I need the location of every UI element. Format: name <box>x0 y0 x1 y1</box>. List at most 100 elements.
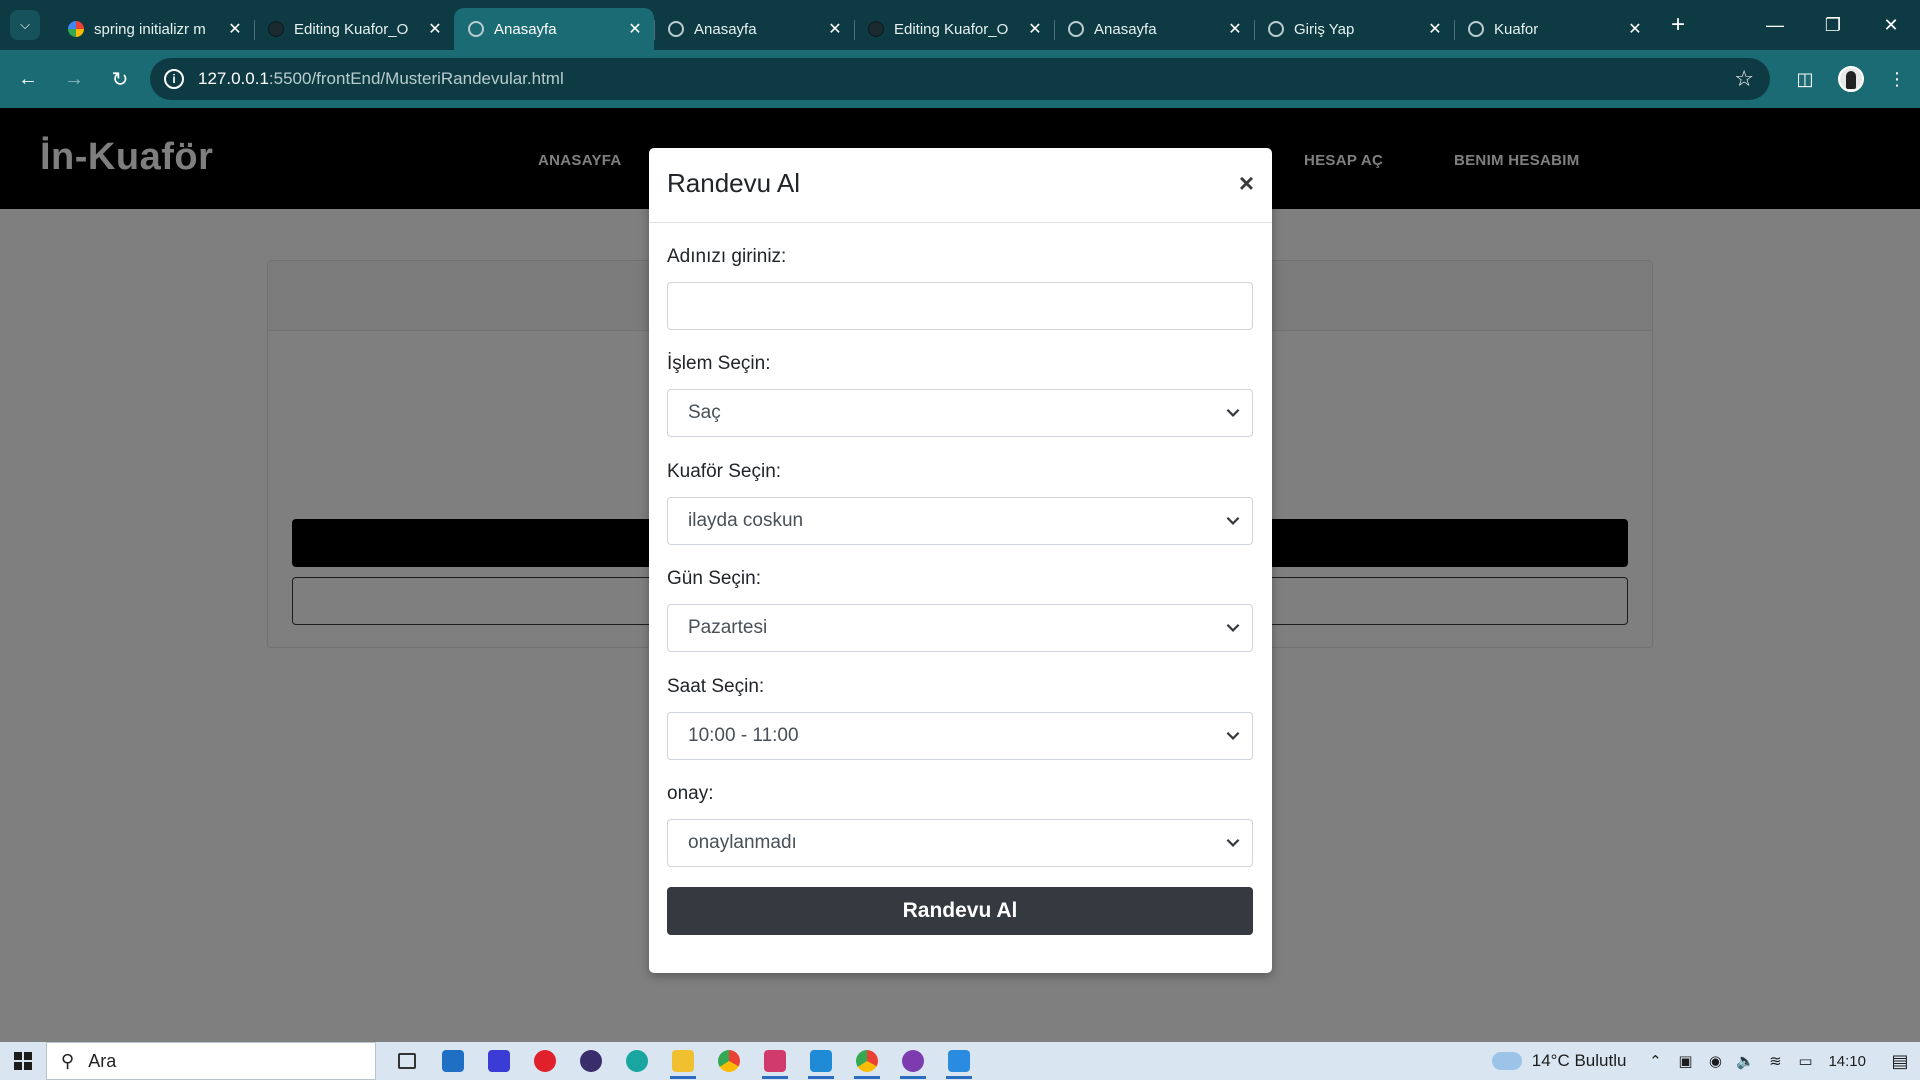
weather-widget[interactable]: 14°C Bulutlu <box>1491 1051 1626 1071</box>
globe-icon <box>668 21 684 37</box>
kebab-menu-icon[interactable]: ⋮ <box>1874 56 1920 102</box>
visual-studio-icon[interactable] <box>476 1042 522 1080</box>
approval-label: onay: <box>667 783 714 804</box>
close-tab-icon[interactable]: ✕ <box>226 19 244 39</box>
minimize-icon[interactable]: — <box>1746 0 1804 50</box>
submit-appointment-button[interactable]: Randevu Al <box>667 887 1253 935</box>
profile-avatar[interactable] <box>1828 56 1874 102</box>
browser-tab[interactable]: Editing Kuafor_O ✕ <box>254 8 454 50</box>
chrome-icon[interactable] <box>706 1042 752 1080</box>
tab-search-chevron-icon[interactable]: ⌵ <box>10 10 40 40</box>
hairdresser-label: Kuaför Seçin: <box>667 461 782 482</box>
side-panel-icon[interactable]: ◫ <box>1782 56 1828 102</box>
browser-toolbar: ← → ↻ i 127.0.0.1:5500/frontEnd/MusteriR… <box>0 50 1920 108</box>
forward-arrow-icon[interactable]: → <box>56 61 92 97</box>
service-select[interactable]: Saç <box>667 389 1253 437</box>
close-window-icon[interactable]: ✕ <box>1862 0 1920 50</box>
tab-title: spring initializr m <box>94 20 206 38</box>
task-view-icon[interactable] <box>384 1042 430 1080</box>
approval-select-value: onaylanmadı <box>688 832 797 853</box>
globe-icon <box>468 21 484 37</box>
battery-icon[interactable]: ▭ <box>1790 1052 1820 1070</box>
back-arrow-icon[interactable]: ← <box>10 61 46 97</box>
file-explorer-icon[interactable] <box>660 1042 706 1080</box>
browser-tab[interactable]: Giriş Yap ✕ <box>1254 8 1454 50</box>
intellij-icon[interactable] <box>752 1042 798 1080</box>
close-tab-icon[interactable]: ✕ <box>826 19 844 39</box>
tab-title: Giriş Yap <box>1294 20 1355 38</box>
app-icon[interactable] <box>568 1042 614 1080</box>
day-select-value: Pazartesi <box>688 617 768 638</box>
toolbar-right: ◫ ⋮ <box>1782 50 1920 108</box>
close-tab-icon[interactable]: ✕ <box>626 19 644 39</box>
globe-icon <box>1268 21 1284 37</box>
bookmark-star-icon[interactable]: ☆ <box>1734 66 1754 92</box>
restore-icon[interactable]: ❐ <box>1804 0 1862 50</box>
name-input[interactable] <box>667 282 1253 330</box>
github-icon <box>868 21 884 37</box>
time-select-value: 10:00 - 11:00 <box>688 725 799 746</box>
taskbar-search-placeholder: Ara <box>88 1050 117 1071</box>
service-label: İşlem Seçin: <box>667 353 771 374</box>
close-tab-icon[interactable]: ✕ <box>426 19 444 39</box>
address-bar[interactable]: i 127.0.0.1:5500/frontEnd/MusteriRandevu… <box>150 58 1770 100</box>
mail-icon[interactable] <box>430 1042 476 1080</box>
service-select-value: Saç <box>688 402 721 423</box>
edge-icon[interactable] <box>614 1042 660 1080</box>
chevron-down-icon <box>1226 838 1240 847</box>
globe-icon <box>1468 21 1484 37</box>
clock[interactable]: 14:10 <box>1828 1053 1866 1070</box>
url-host: 127.0.0.1 <box>198 69 269 88</box>
close-tab-icon[interactable]: ✕ <box>1626 19 1644 39</box>
browser-tab[interactable]: Anasayfa ✕ <box>1054 8 1254 50</box>
browser-tab[interactable]: spring initializr m ✕ <box>54 8 254 50</box>
chevron-down-icon <box>1226 623 1240 632</box>
browser-tab[interactable]: Kuafor ✕ <box>1454 8 1654 50</box>
browser-tab-active[interactable]: Anasayfa ✕ <box>454 8 654 50</box>
approval-select[interactable]: onaylanmadı <box>667 819 1253 867</box>
tab-title: Anasayfa <box>694 20 757 38</box>
system-tray: 14°C Bulutlu ⌃ ▣ ◉ 🔈 ≋ ▭ 14:10 ▤ <box>1491 1042 1920 1080</box>
chrome-active-icon[interactable] <box>844 1042 890 1080</box>
site-info-icon[interactable]: i <box>164 69 184 89</box>
chevron-down-icon <box>1226 731 1240 740</box>
notification-icon[interactable]: ▤ <box>1880 1051 1920 1072</box>
browser-tab[interactable]: Editing Kuafor_O ✕ <box>854 8 1054 50</box>
photos-icon[interactable] <box>936 1042 982 1080</box>
vscode-icon[interactable] <box>798 1042 844 1080</box>
day-select[interactable]: Pazartesi <box>667 604 1253 652</box>
webcam-icon[interactable]: ◉ <box>1700 1052 1730 1070</box>
security-icon[interactable]: ▣ <box>1670 1052 1700 1070</box>
start-button[interactable] <box>0 1042 46 1080</box>
close-tab-icon[interactable]: ✕ <box>1026 19 1044 39</box>
opera-icon[interactable] <box>522 1042 568 1080</box>
close-tab-icon[interactable]: ✕ <box>1226 19 1244 39</box>
hairdresser-select-value: ilayda coskun <box>688 510 804 531</box>
window-controls: — ❐ ✕ <box>1746 0 1920 50</box>
modal-title: Randevu Al <box>667 168 800 198</box>
tab-list: spring initializr m ✕ Editing Kuafor_O ✕… <box>54 0 1654 50</box>
cloud-icon <box>1491 1052 1522 1070</box>
time-select[interactable]: 10:00 - 11:00 <box>667 712 1253 760</box>
app-purple-icon[interactable] <box>890 1042 936 1080</box>
taskbar-search[interactable]: ⚲ Ara <box>46 1042 376 1080</box>
browser-tab[interactable]: Anasayfa ✕ <box>654 8 854 50</box>
windows-taskbar: ⚲ Ara 14°C Bulutlu ⌃ ▣ ◉ 🔈 ≋ ▭ 14:10 ▤ <box>0 1042 1920 1080</box>
name-label: Adınızı giriniz: <box>667 246 787 267</box>
hairdresser-select[interactable]: ilayda coskun <box>667 497 1253 545</box>
close-icon[interactable]: × <box>1239 170 1254 196</box>
avatar-icon <box>1838 66 1864 92</box>
volume-icon[interactable]: 🔈 <box>1730 1052 1760 1070</box>
chevron-up-icon[interactable]: ⌃ <box>1640 1052 1670 1070</box>
chevron-down-icon <box>1226 408 1240 417</box>
tab-title: Anasayfa <box>494 20 557 38</box>
modal-header: Randevu Al × <box>649 148 1272 223</box>
close-tab-icon[interactable]: ✕ <box>1426 19 1444 39</box>
tab-title: Kuafor <box>1494 20 1539 38</box>
wifi-icon[interactable]: ≋ <box>1760 1052 1790 1070</box>
appointment-modal: Randevu Al × Adınızı giriniz: İşlem Seçi… <box>649 148 1272 973</box>
search-icon: ⚲ <box>61 1050 75 1071</box>
reload-icon[interactable]: ↻ <box>102 61 138 97</box>
tab-title: Editing Kuafor_O <box>894 20 1009 38</box>
new-tab-plus-icon[interactable]: + <box>1660 7 1696 43</box>
